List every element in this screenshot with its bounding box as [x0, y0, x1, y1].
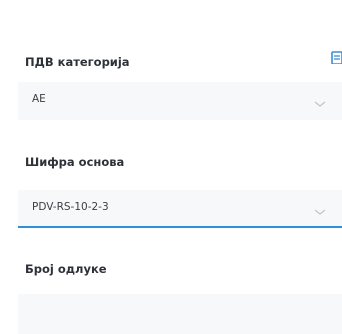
chevron-down-icon — [314, 94, 326, 107]
invoice-tax-form: ПДВ категорија AE Шифра основа PDV-RS-10… — [0, 0, 342, 334]
basis-code-select[interactable]: PDV-RS-10-2-3 — [18, 190, 342, 228]
chevron-down-icon — [314, 202, 326, 215]
document-icon[interactable] — [331, 50, 342, 64]
decision-number-input[interactable] — [18, 294, 342, 334]
vat-category-value: AE — [32, 93, 46, 105]
basis-code-value: PDV-RS-10-2-3 — [32, 201, 109, 213]
vat-category-label: ПДВ категорија — [25, 55, 130, 69]
basis-code-label: Шифра основа — [25, 155, 125, 169]
vat-category-select[interactable]: AE — [18, 82, 342, 120]
decision-number-label: Број одлуке — [25, 262, 107, 276]
